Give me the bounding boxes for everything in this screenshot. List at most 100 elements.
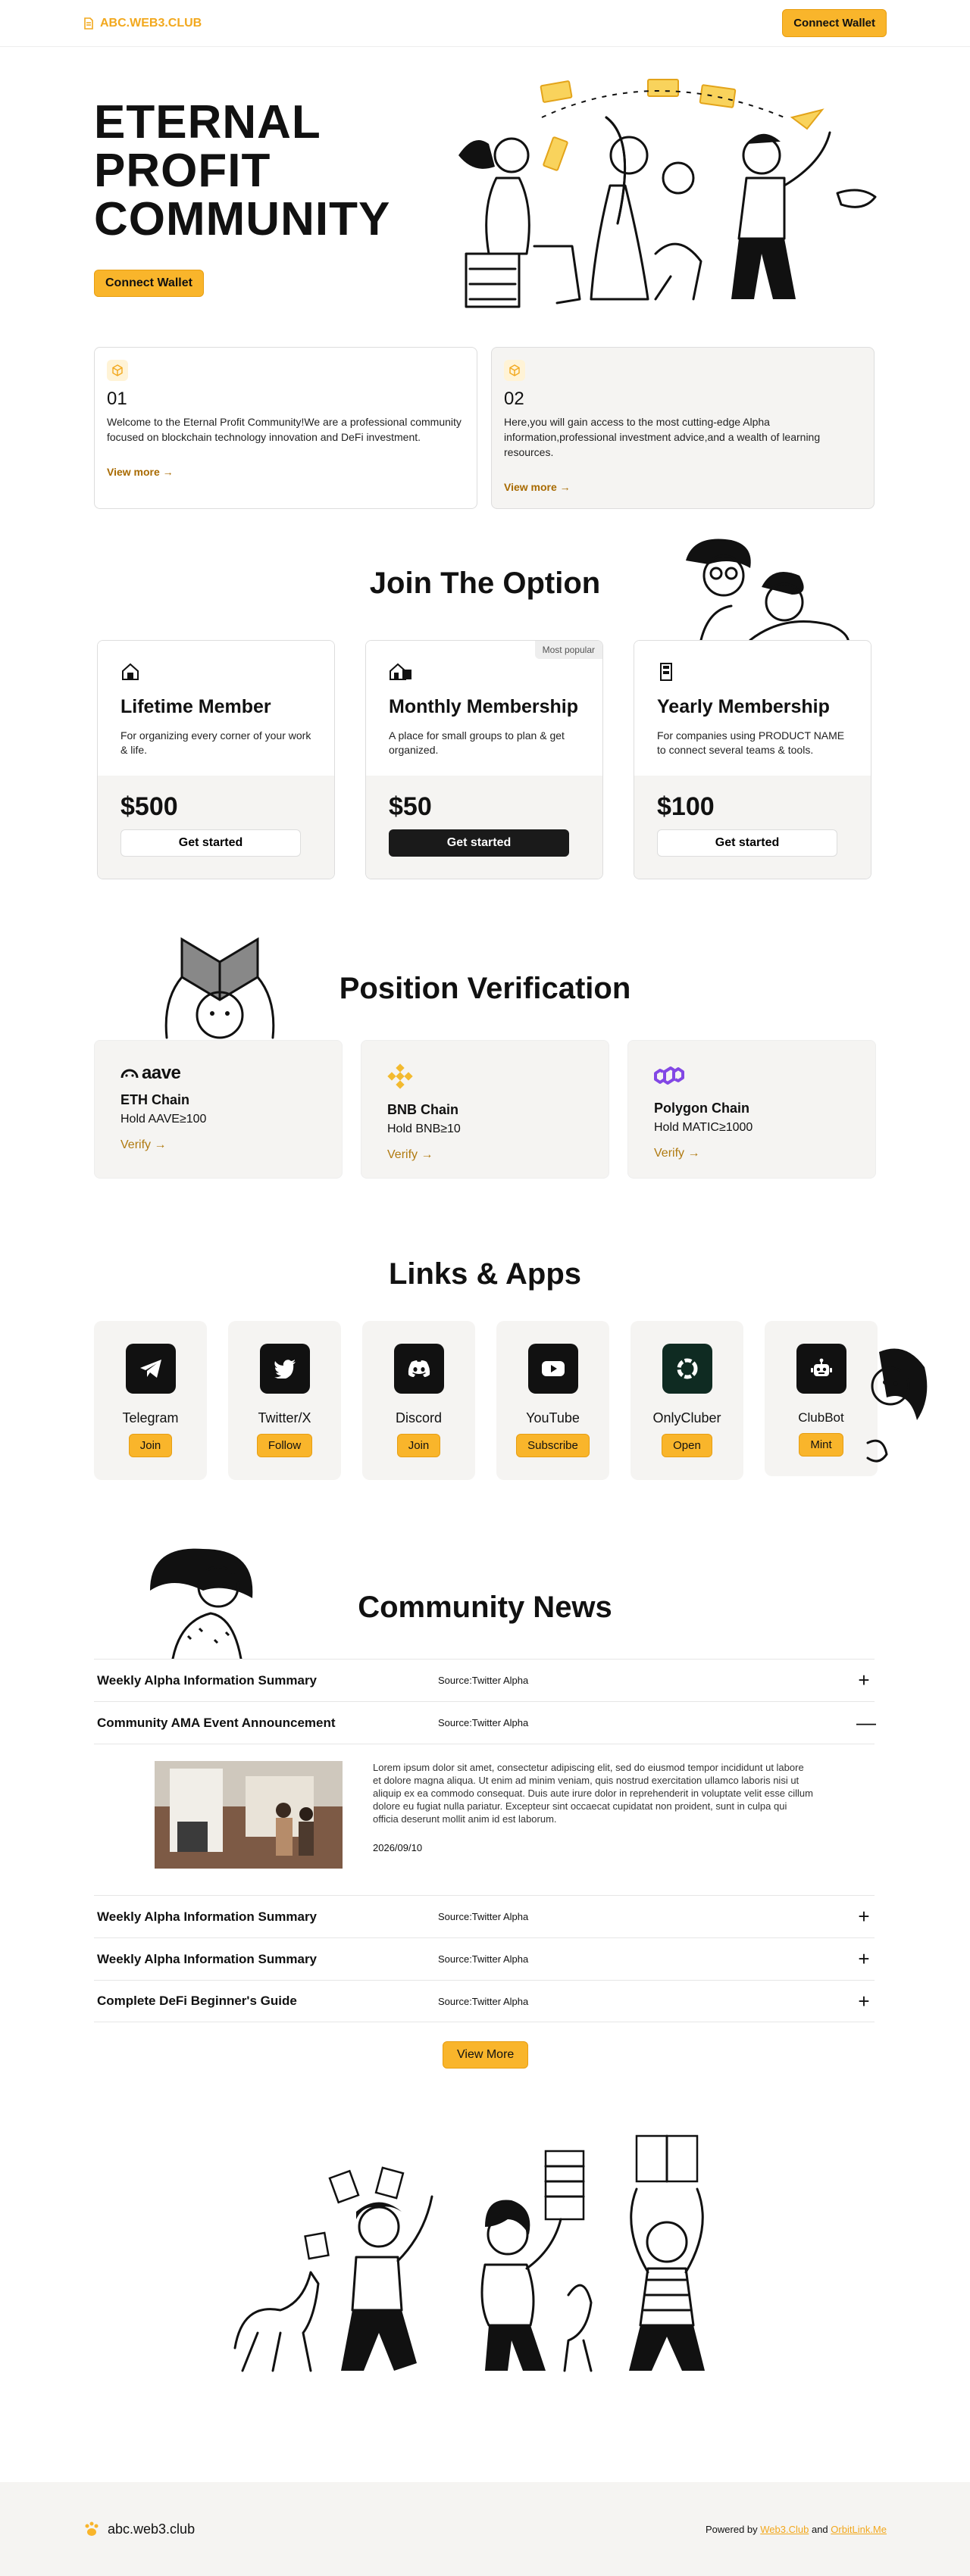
news-item-title: Weekly Alpha Information Summary — [97, 1951, 318, 1966]
twitter-icon — [259, 1344, 310, 1394]
app-name: OnlyCluber — [652, 1410, 721, 1425]
apps-title: Links & Apps — [388, 1257, 582, 1291]
clubbot-mint-button[interactable]: Mint — [799, 1433, 843, 1457]
news-item[interactable]: Complete DeFi Beginner's Guide Source:Tw… — [94, 1980, 875, 2022]
robot-icon — [796, 1344, 846, 1394]
chain-name: BNB Chain — [387, 1102, 458, 1117]
plan-name: Monthly Membership — [389, 696, 579, 717]
plans: Lifetime Member For organizing every cor… — [97, 640, 871, 879]
youtube-subscribe-button[interactable]: Subscribe — [516, 1434, 590, 1457]
plan-card: Yearly Membership For companies using PR… — [634, 640, 871, 879]
hero-title: ETERNAL PROFIT COMMUNITY — [94, 98, 427, 244]
connect-wallet-button[interactable]: Connect Wallet — [782, 9, 887, 37]
plan-card: Lifetime Member For organizing every cor… — [97, 640, 335, 879]
page: ABC.WEB3.CLUB Connect Wallet ETERNAL PRO… — [0, 0, 970, 2576]
web3club-link[interactable]: Web3.Club — [760, 2524, 809, 2535]
celebration-illustration — [233, 2134, 705, 2372]
news-item-source: Source:Twitter Alpha — [438, 1911, 529, 1922]
news-item[interactable]: Community AMA Event Announcement Source:… — [94, 1701, 876, 1744]
news-accordion: Weekly Alpha Information Summary Source:… — [94, 1659, 876, 2022]
view-more-button[interactable]: View More — [443, 2041, 529, 2069]
news-item-date: 2026/09/10 — [373, 1842, 423, 1853]
hero-title-line: COMMUNITY — [94, 193, 391, 245]
collapse-icon[interactable]: — — [856, 1711, 876, 1735]
expand-icon[interactable]: + — [856, 1905, 871, 1928]
most-popular-badge: Most popular — [534, 641, 602, 659]
hero-connect-wallet-button[interactable]: Connect Wallet — [94, 270, 204, 297]
view-more-link[interactable]: View more → — [107, 466, 465, 478]
polygon-logo-icon — [654, 1066, 684, 1085]
chain-requirement: Hold MATIC≥1000 — [654, 1121, 753, 1134]
discord-icon — [393, 1344, 444, 1394]
news-title: Community News — [358, 1591, 612, 1624]
news-thumbnail — [155, 1761, 343, 1869]
app-name: Telegram — [122, 1410, 179, 1425]
telegram-icon — [125, 1344, 176, 1394]
expand-icon[interactable]: + — [856, 1669, 871, 1692]
onlycluber-icon — [662, 1344, 712, 1394]
card-text: Welcome to the Eternal Profit Community!… — [107, 416, 462, 443]
verification-title: Position Verification — [339, 972, 631, 1005]
plan-description: For organizing every corner of your work… — [120, 729, 311, 756]
view-more-link[interactable]: View more → — [504, 481, 862, 493]
powered-by: Powered by Web3.Club and OrbitLink.Me — [706, 2524, 887, 2535]
brand-link[interactable]: ABC.WEB3.CLUB — [83, 17, 202, 30]
orbitlink-link[interactable]: OrbitLink.Me — [831, 2524, 887, 2535]
building-icon — [390, 663, 411, 680]
chain-name: ETH Chain — [120, 1092, 190, 1107]
expand-icon[interactable]: + — [856, 1990, 871, 2013]
news-item-body: Lorem ipsum dolor sit amet, consectetur … — [373, 1762, 813, 1825]
tower-icon — [660, 663, 672, 681]
hero-illustration — [458, 79, 877, 308]
intro-card: 02 Here,you will gain access to the most… — [491, 347, 875, 509]
expand-icon[interactable]: + — [856, 1947, 871, 1971]
footer-brand[interactable]: abc.web3.club — [83, 2521, 195, 2537]
app-name: YouTube — [526, 1410, 580, 1425]
cube-icon — [107, 360, 128, 381]
news-item-title: Weekly Alpha Information Summary — [97, 1909, 318, 1924]
get-started-button[interactable]: Get started — [120, 829, 301, 857]
chain-name: Polygon Chain — [654, 1101, 749, 1116]
news-item-source: Source:Twitter Alpha — [438, 1995, 529, 2007]
app-name: ClubBot — [798, 1410, 844, 1425]
app-cards: Telegram Join Twitter/X Follow Discord J… — [94, 1321, 878, 1480]
plan-price: $50 — [389, 792, 432, 821]
aave-wordmark: aave — [142, 1063, 181, 1083]
chain-card: BNB Chain Hold BNB≥10 Verify → — [361, 1040, 609, 1179]
news-item-expanded: Lorem ipsum dolor sit amet, consectetur … — [94, 1744, 875, 1895]
app-card-discord: Discord Join — [362, 1321, 475, 1480]
news-item-title: Weekly Alpha Information Summary — [97, 1672, 318, 1688]
telegram-join-button[interactable]: Join — [128, 1434, 173, 1457]
youtube-icon — [527, 1344, 578, 1394]
hero-title-line: ETERNAL — [94, 96, 321, 148]
verify-link[interactable]: Verify → — [387, 1148, 583, 1162]
hero-title-line: PROFIT — [94, 145, 271, 197]
plan-price: $100 — [657, 792, 715, 821]
peeking-illustration — [866, 1348, 928, 1463]
hero: ETERNAL PROFIT COMMUNITY Connect Wallet — [94, 98, 427, 297]
intro-card: 01 Welcome to the Eternal Profit Communi… — [94, 347, 477, 509]
verify-link[interactable]: Verify → — [654, 1147, 850, 1160]
chain-card: aave ETH Chain Hold AAVE≥100 Verify → — [94, 1040, 343, 1179]
news-item[interactable]: Weekly Alpha Information Summary Source:… — [94, 1659, 875, 1701]
option-illustration — [686, 539, 850, 644]
app-card-clubbot: ClubBot Mint — [765, 1321, 878, 1476]
discord-join-button[interactable]: Join — [396, 1434, 441, 1457]
news-item[interactable]: Weekly Alpha Information Summary Source:… — [94, 1937, 875, 1980]
get-started-button[interactable]: Get started — [657, 829, 837, 857]
app-name: Discord — [395, 1410, 442, 1425]
intro-cards: 01 Welcome to the Eternal Profit Communi… — [94, 347, 875, 509]
twitter-follow-button[interactable]: Follow — [256, 1434, 313, 1457]
aave-logo-icon: aave — [120, 1063, 316, 1083]
cube-icon — [504, 360, 525, 381]
card-number: 01 — [107, 389, 127, 409]
get-started-button[interactable]: Get started — [389, 829, 569, 857]
verify-link[interactable]: Verify → — [120, 1138, 316, 1152]
footer-brand-name: abc.web3.club — [108, 2521, 196, 2537]
news-item-source: Source:Twitter Alpha — [438, 1675, 529, 1686]
onlycluber-open-button[interactable]: Open — [662, 1434, 712, 1457]
app-card-onlycluber: OnlyCluber Open — [630, 1321, 743, 1480]
news-item[interactable]: Weekly Alpha Information Summary Source:… — [94, 1895, 875, 1937]
chain-card: Polygon Chain Hold MATIC≥1000 Verify → — [627, 1040, 876, 1179]
bnb-logo-icon — [387, 1063, 413, 1089]
